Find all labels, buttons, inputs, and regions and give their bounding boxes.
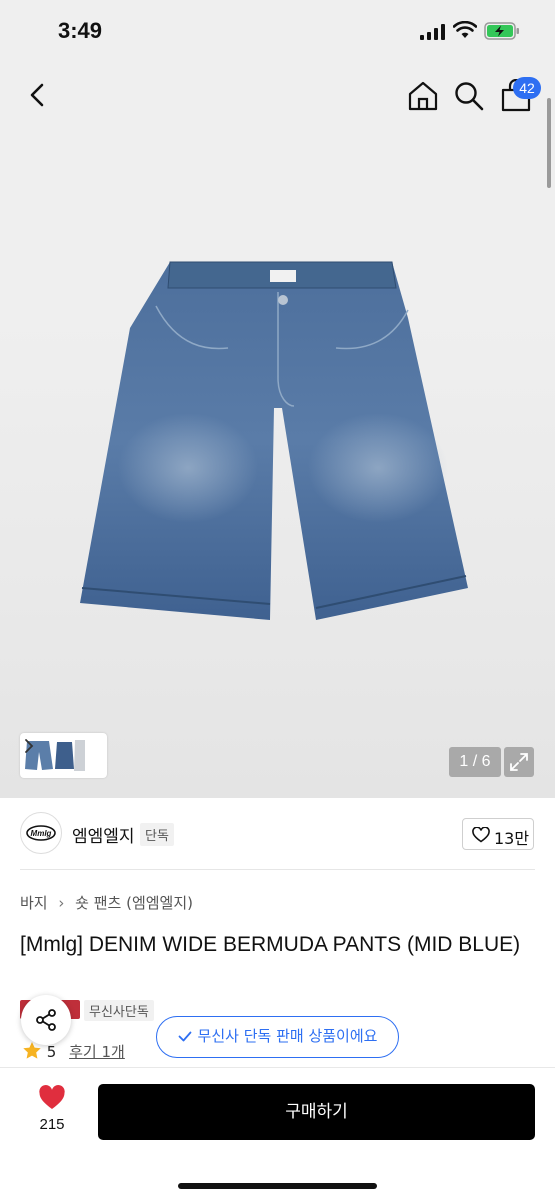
scrollbar[interactable]: [547, 98, 551, 188]
heart-filled-icon[interactable]: [38, 1085, 66, 1111]
cart-count-badge: 42: [513, 77, 541, 99]
check-icon: [178, 1031, 191, 1042]
expand-arrows-icon: [510, 753, 528, 771]
battery-charging-icon: [484, 22, 519, 40]
expand-button[interactable]: [504, 747, 534, 777]
wifi-icon: [453, 21, 477, 38]
breadcrumb-item[interactable]: 숏 팬츠 (엠엠엘지): [75, 892, 193, 913]
wish-count: 215: [39, 1116, 65, 1133]
home-indicator: [178, 1183, 377, 1189]
brand-logo-mark: Mmlg: [26, 825, 56, 841]
heart-outline-icon: [472, 827, 490, 843]
toast-text: 무신사 단독 판매 상품이에요: [197, 1027, 378, 1045]
rating-score: 5: [46, 1043, 57, 1061]
rating-row: 5 후기 1개: [22, 1041, 125, 1062]
signal-icon: [420, 24, 445, 40]
status-bar: 3:49: [0, 0, 555, 62]
breadcrumb-separator-icon: ›: [58, 894, 65, 912]
share-button[interactable]: [21, 995, 71, 1045]
review-link[interactable]: 후기 1개: [69, 1043, 125, 1061]
breadcrumb: 바지 › 숏 팬츠 (엠엠엘지): [20, 892, 193, 913]
chevron-right-icon: [25, 739, 34, 753]
brand-row: Mmlg 엠엠엘지 단독 13만: [20, 812, 535, 856]
search-icon[interactable]: [452, 79, 486, 113]
brand-name[interactable]: 엠엠엘지: [72, 822, 135, 847]
brand-logo[interactable]: Mmlg: [20, 812, 62, 854]
product-image[interactable]: [78, 258, 478, 628]
divider: [20, 869, 535, 870]
breadcrumb-item[interactable]: 바지: [20, 892, 48, 913]
home-icon[interactable]: [406, 79, 440, 113]
status-time: 3:49: [58, 18, 103, 43]
brand-like-count: 13만: [494, 829, 530, 848]
exclusive-toast: 무신사 단독 판매 상품이에요: [156, 1016, 399, 1058]
exclusive-tag: 무신사단독: [84, 1000, 154, 1021]
share-icon: [36, 1009, 56, 1031]
brand-exclusive-chip: 단독: [140, 823, 174, 846]
chevron-left-icon[interactable]: [20, 78, 54, 112]
buy-button[interactable]: 구매하기: [98, 1084, 535, 1140]
thumbnail-strip[interactable]: [20, 733, 107, 778]
image-page-counter: 1 / 6: [449, 747, 501, 777]
svg-text:Mmlg: Mmlg: [31, 829, 52, 838]
product-title: [Mmlg] DENIM WIDE BERMUDA PANTS (MID BLU…: [20, 933, 521, 956]
brand-like-button[interactable]: 13만: [462, 818, 534, 850]
